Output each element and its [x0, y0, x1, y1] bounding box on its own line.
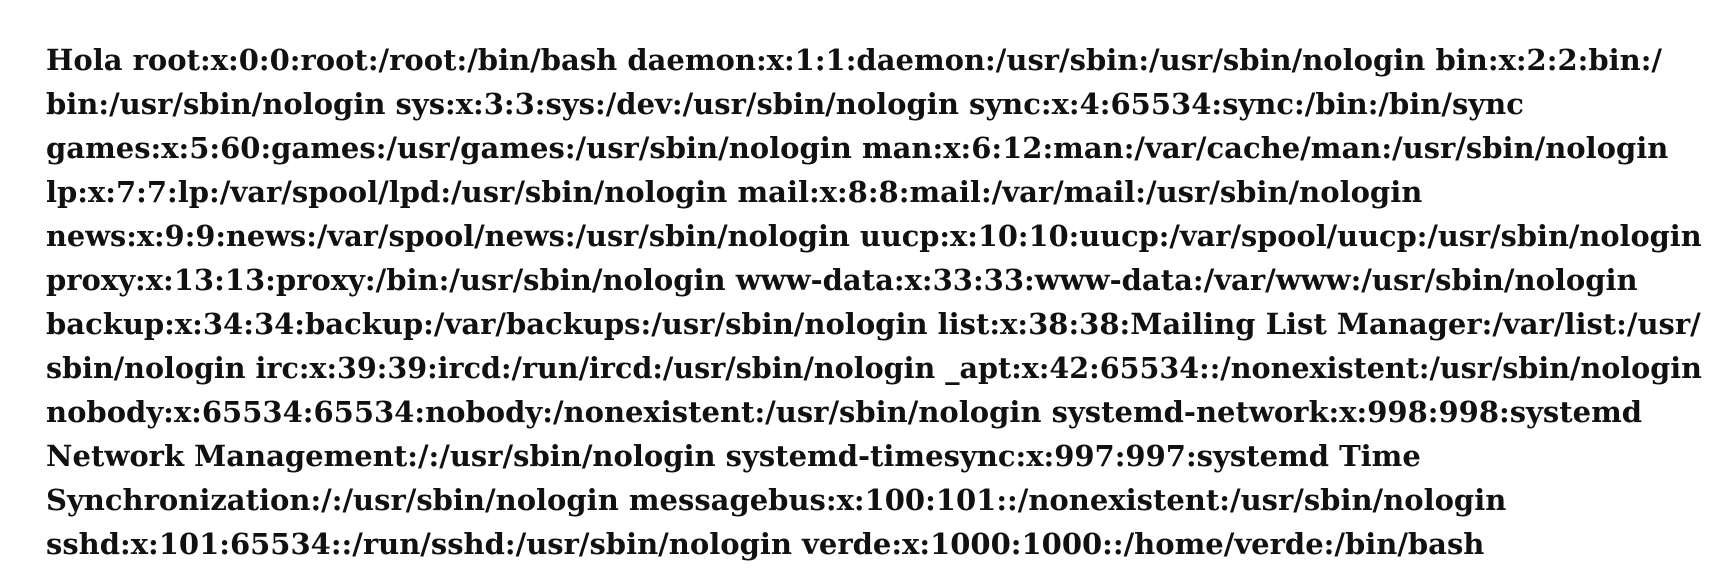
output-line: news:x:9:9:news:/var/spool/news:/usr/sbi… [46, 219, 1702, 253]
output-line: sbin/nologin irc:x:39:39:ircd:/run/ircd:… [46, 351, 1702, 385]
output-line: backup:x:34:34:backup:/var/backups:/usr/… [46, 307, 1701, 341]
output-line: Hola root:x:0:0:root:/root:/bin/bash dae… [46, 43, 1662, 77]
output-line: lp:x:7:7:lp:/var/spool/lpd:/usr/sbin/nol… [46, 175, 1423, 209]
page-content: Hola root:x:0:0:root:/root:/bin/bash dae… [0, 0, 1714, 573]
greeting-heading: Hola root:x:0:0:root:/root:/bin/bash dae… [46, 38, 1702, 566]
output-line: games:x:5:60:games:/usr/games:/usr/sbin/… [46, 131, 1669, 165]
output-line: proxy:x:13:13:proxy:/bin:/usr/sbin/nolog… [46, 263, 1638, 297]
output-line: Network Management:/:/usr/sbin/nologin s… [46, 439, 1421, 473]
output-line: Synchronization:/:/usr/sbin/nologin mess… [46, 483, 1507, 517]
output-line: bin:/usr/sbin/nologin sys:x:3:3:sys:/dev… [46, 87, 1524, 121]
output-line: nobody:x:65534:65534:nobody:/nonexistent… [46, 395, 1643, 429]
output-line: sshd:x:101:65534::/run/sshd:/usr/sbin/no… [46, 527, 1485, 561]
